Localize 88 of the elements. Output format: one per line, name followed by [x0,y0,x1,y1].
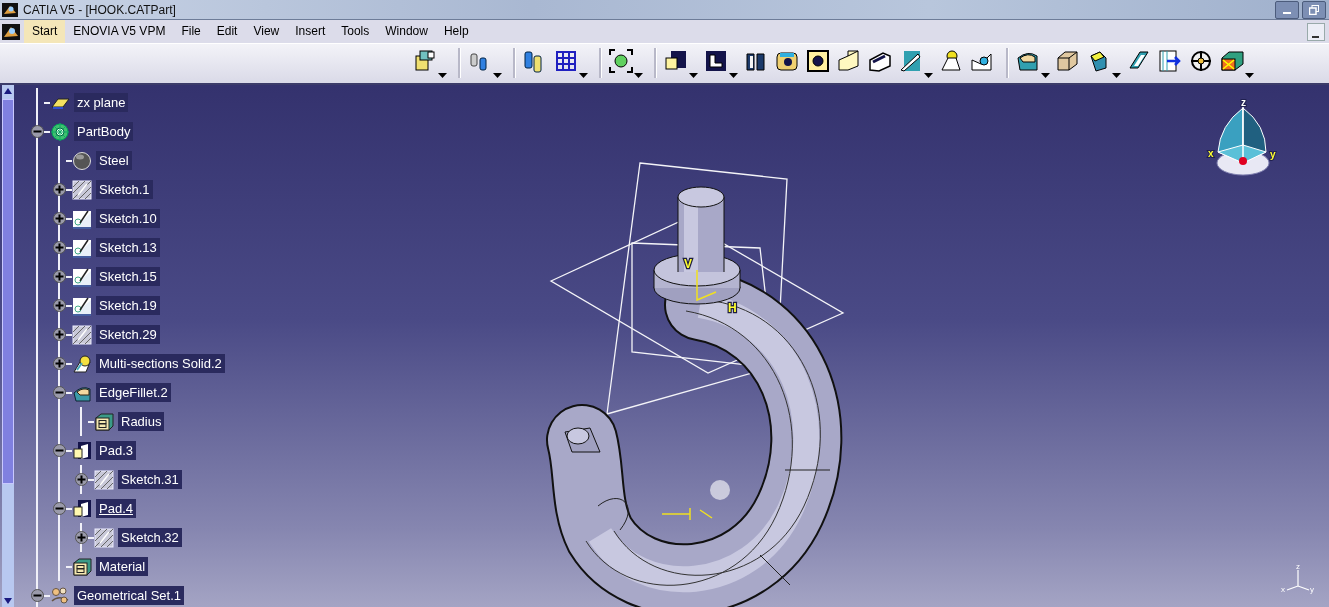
tree-item[interactable]: Sketch.32 [118,528,182,547]
solid-icon [72,353,92,374]
menu-item[interactable]: ENOVIA V5 VPM [65,20,174,43]
tree-item[interactable]: Pad.3 [96,441,136,460]
expand-toggle[interactable] [52,212,66,225]
caret-icon[interactable] [689,73,698,79]
tree-item[interactable]: Sketch.1 [96,180,153,199]
menu-item[interactable]: Help [435,20,477,43]
minimize-icon [1283,11,1291,14]
caret-icon[interactable] [579,73,588,79]
restore-button[interactable] [1302,0,1326,19]
hole-block-icon[interactable] [805,48,831,74]
tree-item[interactable]: Material [96,557,149,576]
collapse-toggle[interactable] [52,386,66,399]
expand-toggle[interactable] [52,299,66,312]
collapse-toggle[interactable] [30,125,44,138]
menu-item[interactable]: Window [377,20,436,43]
tree-item[interactable]: Steel [96,151,132,170]
tree-item[interactable]: zx plane [74,93,129,112]
chamfer-block-icon[interactable] [1055,48,1081,74]
compass-axis-label: x [1208,148,1214,159]
tree-item[interactable]: Multi-sections Solid.2 [96,354,225,373]
axis-label: y [1310,585,1314,594]
geoset-icon [50,585,70,606]
box-stack-icon[interactable] [412,48,438,74]
tree-item[interactable]: Sketch.19 [96,296,160,315]
menu-item[interactable]: Tools [333,20,378,43]
body-icon [50,121,70,142]
pad-icon [72,498,92,519]
expand-toggle[interactable] [52,183,66,196]
caret-icon[interactable] [1112,73,1121,79]
material-icon [72,150,92,171]
compass-axis-label: y [1270,149,1276,160]
menu-item[interactable]: Start [24,20,66,43]
collapse-toggle[interactable] [30,589,44,602]
axis-label: z [1296,562,1300,571]
tree-item[interactable]: Sketch.15 [96,267,160,286]
caret-icon[interactable] [493,73,502,79]
menu-item[interactable]: Insert [287,20,334,43]
step-block-icon[interactable] [703,48,729,74]
box-cross-icon[interactable] [1219,48,1245,74]
menu-item[interactable]: File [173,20,209,43]
collapse-toggle[interactable] [52,502,66,515]
tree-item[interactable]: Radius [118,412,165,431]
caret-icon[interactable] [1041,73,1050,79]
tree-item[interactable]: Sketch.29 [96,325,160,344]
expand-toggle[interactable] [74,473,88,486]
grid-icon[interactable] [553,48,579,74]
crosshair-circle-icon[interactable] [1188,48,1214,74]
app-logo-icon [2,2,18,17]
tree-item[interactable]: Sketch.10 [96,209,160,228]
compass-axis-label: z [1241,97,1246,108]
pad-icon [72,440,92,461]
parameter-icon [72,556,92,577]
menu-item[interactable]: Edit [208,20,246,43]
caret-icon[interactable] [634,73,643,79]
tree-item[interactable]: Sketch.31 [118,470,182,489]
scrollbar[interactable] [2,85,14,607]
fit-frame-icon[interactable] [608,48,634,74]
tree-item[interactable]: EdgeFillet.2 [96,383,171,402]
caret-icon[interactable] [1245,73,1254,79]
expand-toggle[interactable] [52,241,66,254]
tree-item[interactable]: Pad.4 [96,499,136,518]
axis-label: V [684,257,692,271]
menu-item[interactable]: View [245,20,288,43]
app-logo-icon[interactable] [2,23,20,40]
caret-icon[interactable] [438,73,447,79]
loft-icon[interactable] [938,48,964,74]
swept-block-icon[interactable] [836,48,862,74]
axis-triad-icon [1286,569,1310,591]
stack-arrow-icon[interactable] [1157,48,1183,74]
tree-item[interactable]: Geometrical Set.1 [74,586,185,605]
expand-toggle[interactable] [52,270,66,283]
window-title: CATIA V5 - [HOOK.CATPart] [23,2,177,17]
minimize-button[interactable] [1307,22,1325,41]
expand-toggle[interactable] [52,357,66,370]
parameter-icon [94,411,114,432]
collapse-toggle[interactable] [52,444,66,457]
compass-icon[interactable] [1216,105,1270,176]
minimize-button[interactable] [1275,0,1299,19]
expand-toggle[interactable] [74,531,88,544]
restore-icon [1309,4,1319,15]
expand-toggle[interactable] [52,328,66,341]
tree-item[interactable]: Sketch.13 [96,238,160,257]
caret-icon[interactable] [729,73,738,79]
axis-label: x [1281,585,1285,594]
caret-icon[interactable] [924,73,933,79]
tree-item[interactable]: PartBody [74,122,134,141]
